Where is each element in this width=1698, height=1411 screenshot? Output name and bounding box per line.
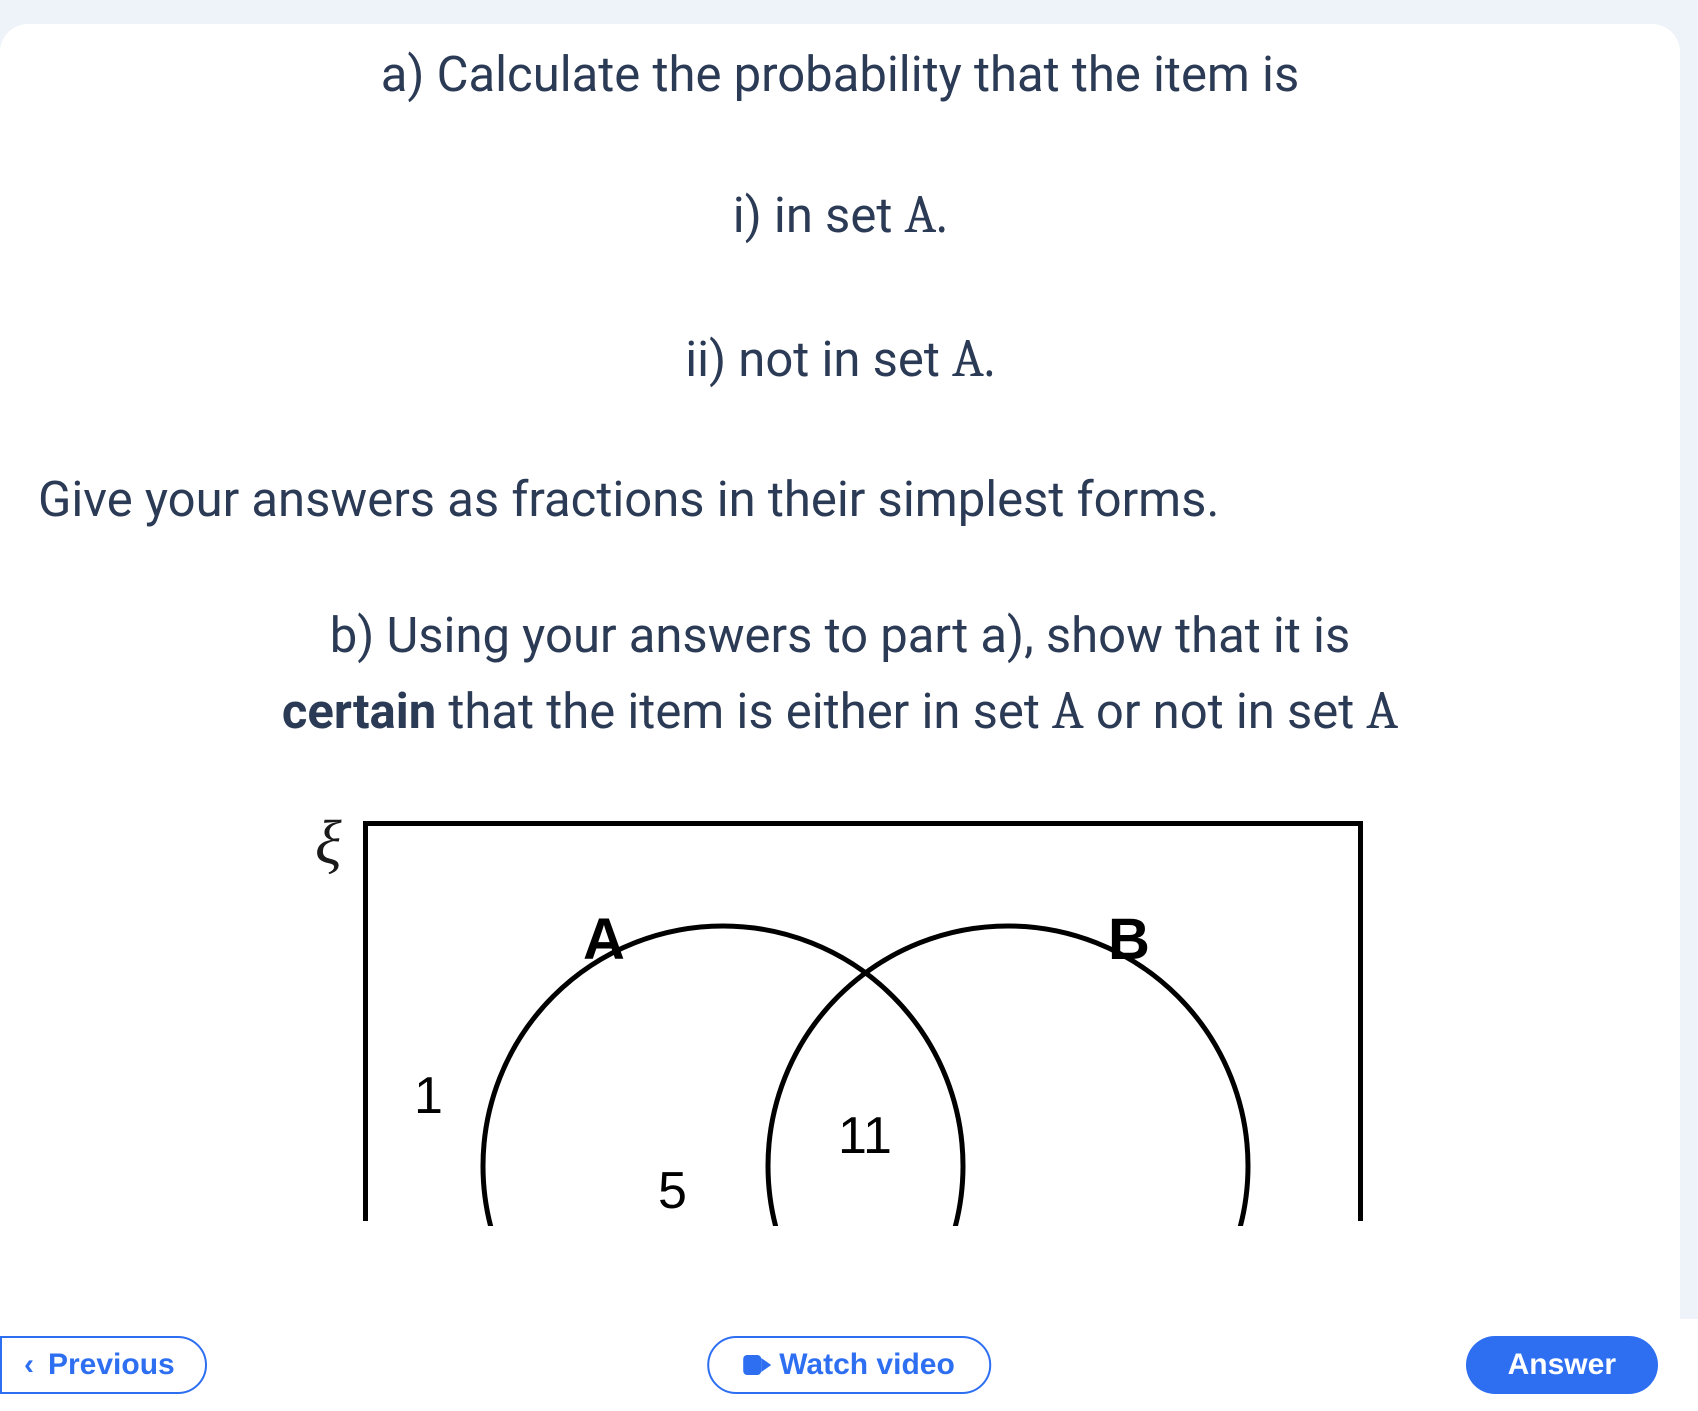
venn-circles (368, 826, 1368, 1226)
watch-video-button[interactable]: Watch video (707, 1336, 991, 1394)
previous-button[interactable]: ‹ Previous (0, 1336, 207, 1394)
universal-set-symbol: ξ (315, 807, 342, 879)
part-b-line2: certain that the item is either in set A… (30, 676, 1650, 748)
set-a-b1: A (1052, 681, 1084, 742)
set-a-i: A. (905, 185, 948, 246)
part-a-i: i) in set A. (30, 180, 1650, 252)
part-b-mid1: that the item is either in set (436, 683, 1052, 740)
venn-bounding-box: A B 1 5 11 (363, 821, 1363, 1221)
part-b-mid2: or not in set (1084, 683, 1367, 740)
part-a-ii-prefix: ii) not in set (685, 331, 952, 388)
chevron-left-icon: ‹ (24, 1348, 34, 1382)
venn-label-a: A (583, 906, 625, 973)
venn-outside-left: 1 (414, 1066, 443, 1126)
question-card: a) Calculate the probability that the it… (0, 24, 1680, 1404)
venn-only-a: 5 (658, 1161, 687, 1221)
venn-label-b: B (1108, 906, 1150, 973)
set-a-ii: A. (952, 329, 995, 390)
answer-label: Answer (1508, 1348, 1616, 1382)
venn-intersection: 11 (838, 1106, 892, 1166)
previous-label: Previous (48, 1348, 175, 1382)
watch-video-label: Watch video (779, 1348, 955, 1382)
answer-button[interactable]: Answer (1466, 1336, 1658, 1394)
bottom-toolbar: ‹ Previous Watch video Answer (0, 1319, 1698, 1411)
part-a-text: a) Calculate the probability that the it… (30, 42, 1650, 108)
venn-diagram: ξ A B 1 5 11 (30, 807, 1650, 1227)
part-a-ii: ii) not in set A. (30, 324, 1650, 396)
video-icon (743, 1355, 769, 1375)
certain-word: certain (282, 683, 436, 740)
part-a-i-prefix: i) in set (733, 187, 905, 244)
simplest-forms-text: Give your answers as fractions in their … (30, 467, 1650, 533)
part-b-line1: b) Using your answers to part a), show t… (30, 603, 1650, 669)
set-a-b2: A (1366, 681, 1398, 742)
